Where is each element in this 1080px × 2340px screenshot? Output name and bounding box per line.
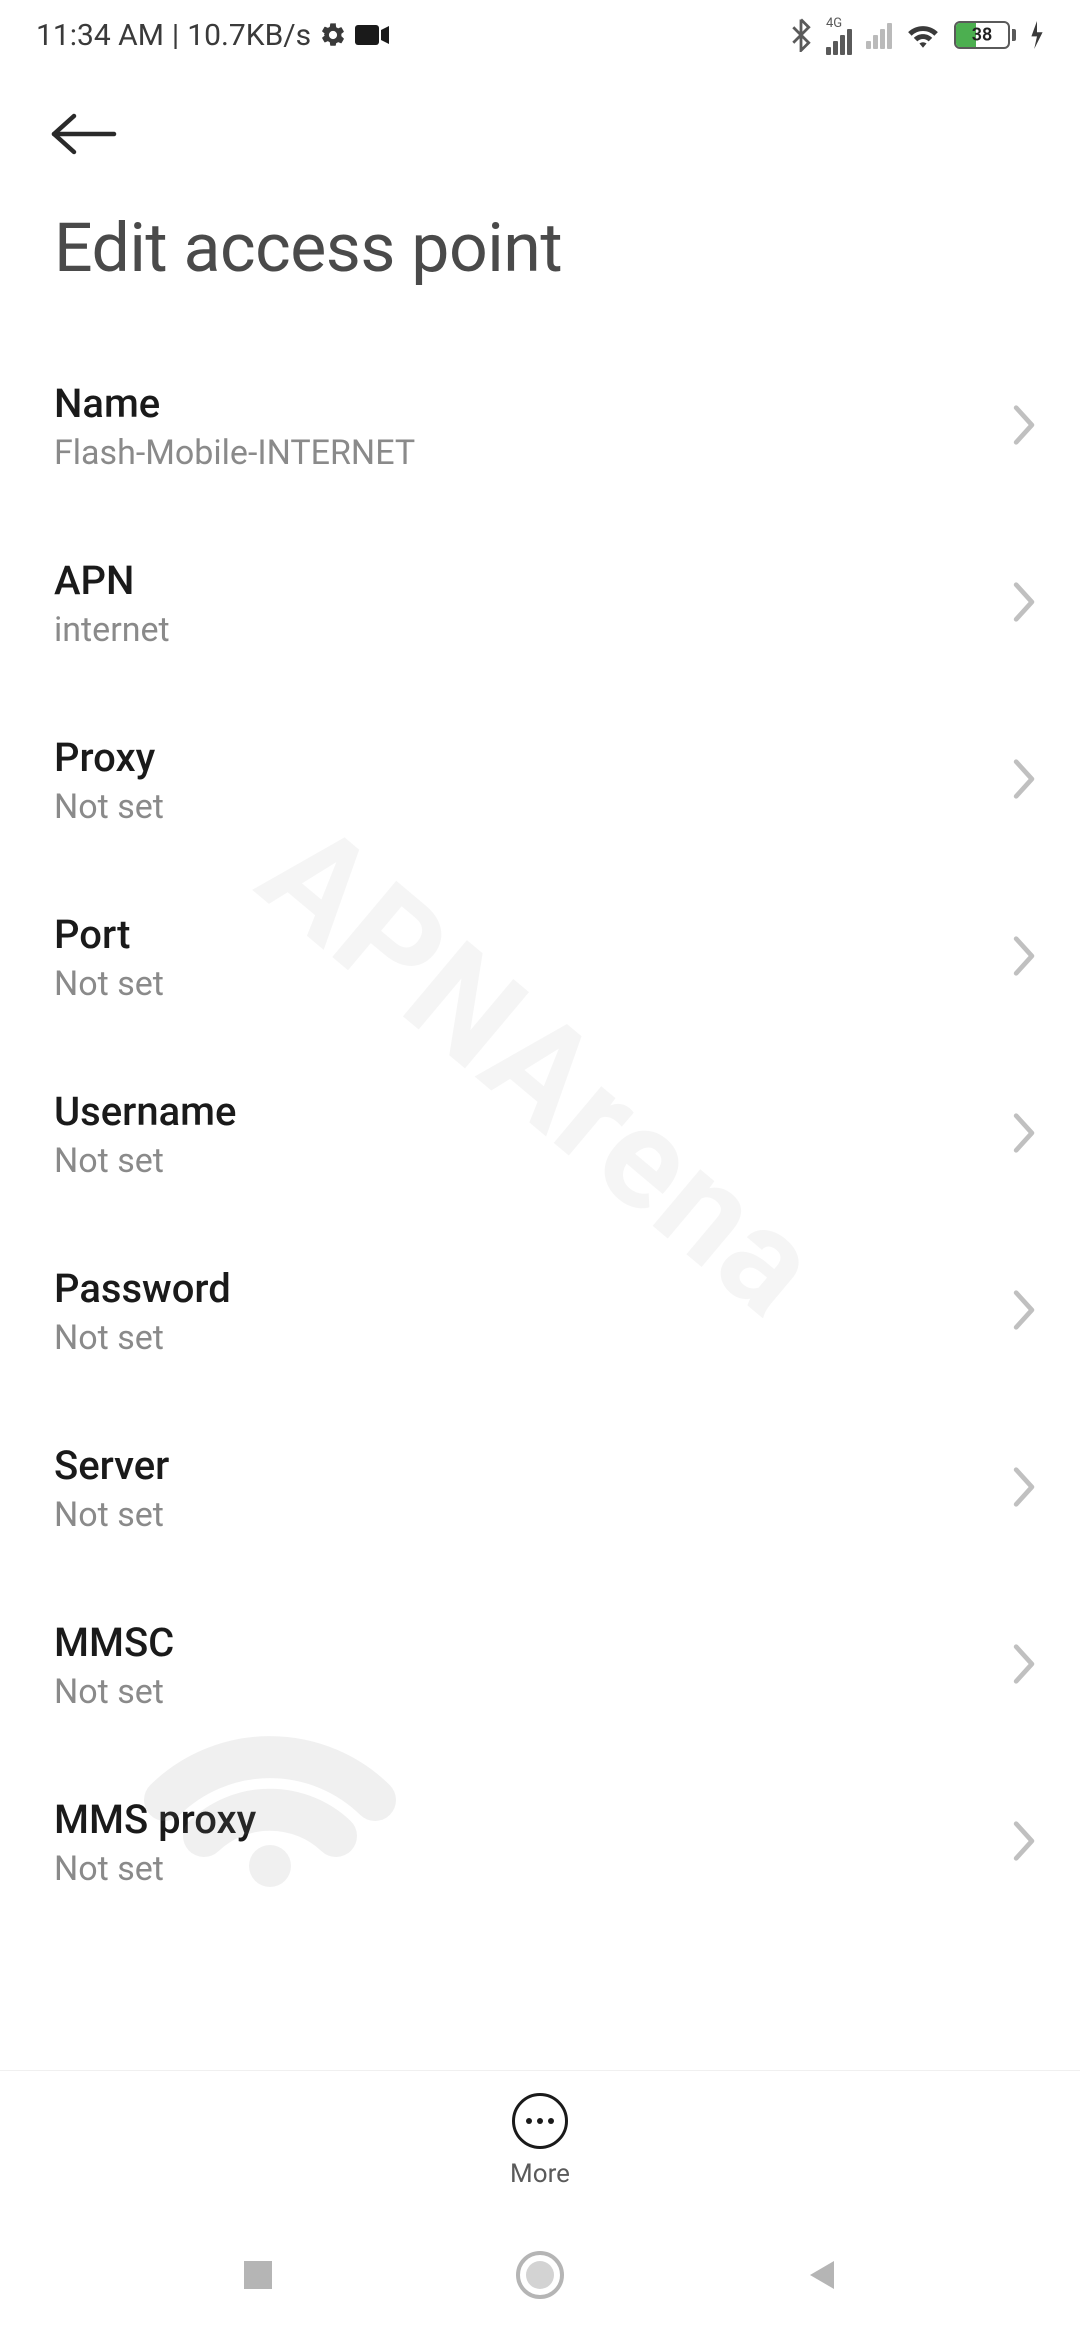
page-title: Edit access point — [0, 168, 1080, 338]
status-network-speed: 10.7KB/s — [187, 18, 311, 53]
setting-label: MMSC — [54, 1619, 174, 1666]
status-left: 11:34 AM | 10.7KB/s — [36, 18, 389, 53]
bottom-action-bar: More — [0, 2070, 1080, 2210]
chevron-right-icon — [1010, 580, 1038, 628]
chevron-right-icon — [1010, 1111, 1038, 1159]
chevron-right-icon — [1010, 403, 1038, 451]
setting-value: Not set — [54, 1849, 256, 1889]
setting-value: internet — [54, 610, 170, 650]
chevron-right-icon — [1010, 1642, 1038, 1690]
settings-list: Name Flash-Mobile-INTERNET APN internet … — [0, 338, 1080, 1931]
setting-label: Server — [54, 1442, 169, 1489]
setting-username[interactable]: Username Not set — [0, 1046, 1080, 1223]
chevron-right-icon — [1010, 757, 1038, 805]
setting-apn[interactable]: APN internet — [0, 515, 1080, 692]
wifi-icon — [906, 21, 940, 49]
bluetooth-icon — [790, 18, 812, 52]
status-right: 4G 38 — [790, 16, 1044, 55]
status-separator: | — [172, 18, 179, 53]
setting-label: MMS proxy — [54, 1796, 256, 1843]
setting-value: Not set — [54, 964, 164, 1004]
chevron-right-icon — [1010, 1819, 1038, 1867]
setting-value: Not set — [54, 1141, 236, 1181]
setting-label: Proxy — [54, 734, 164, 781]
setting-label: Username — [54, 1088, 236, 1135]
setting-mmsc[interactable]: MMSC Not set — [0, 1577, 1080, 1754]
setting-proxy[interactable]: Proxy Not set — [0, 692, 1080, 869]
setting-label: Name — [54, 380, 415, 427]
battery-indicator: 38 — [954, 21, 1016, 49]
setting-password[interactable]: Password Not set — [0, 1223, 1080, 1400]
signal-sim1: 4G — [826, 16, 852, 55]
setting-label: Port — [54, 911, 164, 958]
setting-value: Not set — [54, 1495, 169, 1535]
setting-server[interactable]: Server Not set — [0, 1400, 1080, 1577]
setting-value: Not set — [54, 787, 164, 827]
signal-sim2 — [866, 21, 892, 49]
setting-value: Not set — [54, 1318, 231, 1358]
signal-bars-muted-icon — [866, 21, 892, 49]
battery-percent: 38 — [972, 25, 993, 46]
chevron-right-icon — [1010, 1288, 1038, 1336]
setting-port[interactable]: Port Not set — [0, 869, 1080, 1046]
nav-recents-button[interactable] — [238, 2255, 278, 2295]
setting-value: Flash-Mobile-INTERNET — [54, 433, 415, 473]
setting-name[interactable]: Name Flash-Mobile-INTERNET — [0, 338, 1080, 515]
gear-icon — [319, 21, 347, 49]
charging-icon — [1030, 21, 1044, 49]
setting-value: Not set — [54, 1672, 174, 1712]
status-time: 11:34 AM — [36, 18, 164, 53]
more-button[interactable] — [512, 2093, 568, 2149]
back-button[interactable] — [48, 110, 1032, 158]
camera-icon — [355, 23, 389, 47]
chevron-right-icon — [1010, 934, 1038, 982]
setting-mms-proxy[interactable]: MMS proxy Not set — [0, 1754, 1080, 1931]
setting-label: Password — [54, 1265, 231, 1312]
nav-home-button[interactable] — [514, 2249, 566, 2301]
more-label: More — [510, 2159, 570, 2189]
chevron-right-icon — [1010, 1465, 1038, 1513]
signal-bars-icon — [826, 27, 852, 55]
status-bar: 11:34 AM | 10.7KB/s 4G — [0, 0, 1080, 70]
nav-back-button[interactable] — [802, 2255, 842, 2295]
setting-label: APN — [54, 557, 170, 604]
navigation-bar — [0, 2210, 1080, 2340]
